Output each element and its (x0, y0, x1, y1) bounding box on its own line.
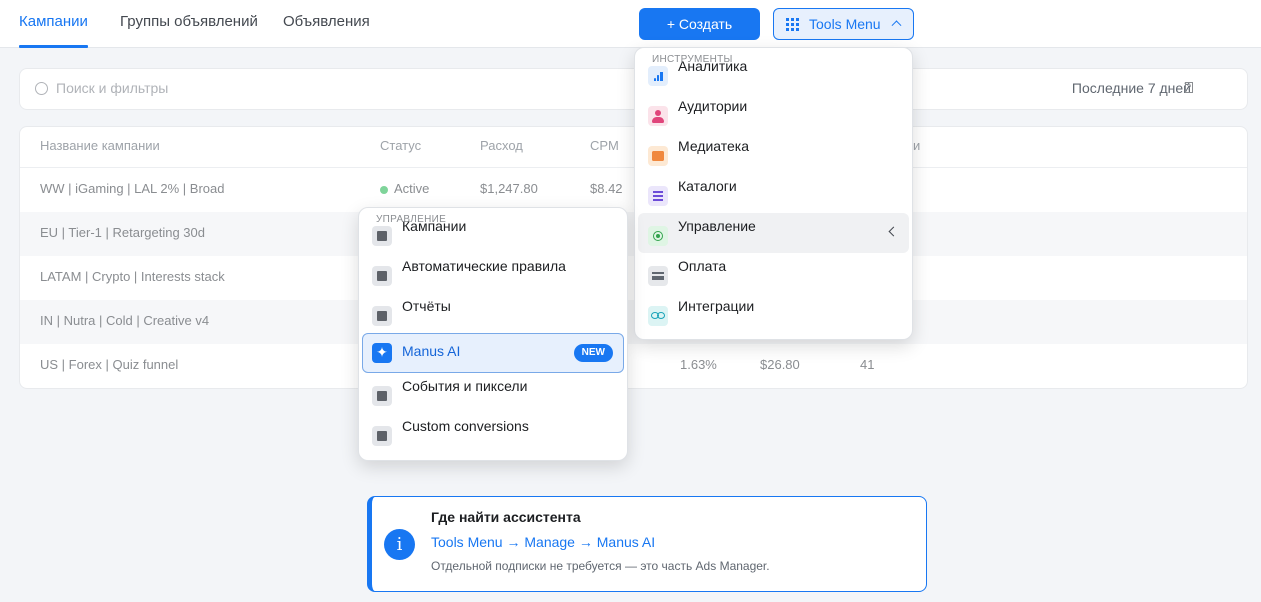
campaign-name[interactable]: LATAM | Crypto | Interests stack (40, 269, 225, 284)
column-header-status[interactable]: Статус (380, 138, 421, 153)
tools-item-audiences[interactable]: Аудитории (638, 93, 909, 133)
tab-ad-sets[interactable]: Группы объявлений (120, 0, 258, 48)
tab-campaigns[interactable]: Кампании (19, 0, 88, 48)
campaign-name[interactable]: EU | Tier-1 | Retargeting 30d (40, 225, 205, 240)
menu-item-label: Каталоги (678, 178, 737, 194)
sparkle-icon (372, 343, 392, 363)
menu-item-label: Интеграции (678, 298, 755, 314)
manage-item-manus-ai[interactable]: Manus AI NEW (362, 333, 624, 373)
manage-item-custom-conversions[interactable]: Custom conversions (362, 413, 624, 453)
column-header-name[interactable]: Название кампании (40, 138, 160, 153)
help-icon[interactable]: ? (1185, 82, 1193, 93)
column-header-spend[interactable]: Расход (480, 138, 523, 153)
manage-item-reports[interactable]: Отчёты (362, 293, 624, 333)
table-row[interactable]: US | Forex | Quiz funnel 1.63% $26.80 41 (20, 344, 1247, 388)
spend-cell: $1,247.80 (480, 181, 538, 196)
chevron-left-icon (888, 226, 899, 237)
tools-item-billing[interactable]: Оплата (638, 253, 909, 293)
manage-item-campaigns[interactable]: Кампании (362, 213, 624, 253)
tools-item-manage[interactable]: Управление (638, 213, 909, 253)
square-icon (372, 426, 392, 446)
grid-icon (786, 17, 799, 31)
menu-item-label: Custom conversions (402, 418, 529, 434)
menu-item-label: Кампании (402, 218, 467, 234)
tools-menu-label: Tools Menu (809, 16, 881, 32)
integrations-icon (648, 306, 668, 326)
chevron-up-icon (891, 20, 902, 31)
menu-item-label: Медиатека (678, 138, 750, 154)
media-library-icon (648, 146, 668, 166)
square-icon (372, 306, 392, 326)
menu-item-label: Аналитика (678, 58, 748, 74)
cpm-cell: $8.42 (590, 181, 623, 196)
status-dot-icon (380, 186, 388, 194)
manage-icon (648, 226, 668, 246)
menu-item-label: События и пиксели (402, 378, 528, 394)
square-icon (372, 226, 392, 246)
menu-item-label: Оплата (678, 258, 727, 274)
results-cell: 41 (860, 357, 875, 372)
info-icon: i (384, 529, 415, 560)
audience-icon (648, 106, 668, 126)
date-range-picker[interactable]: Последние 7 дней (1072, 80, 1191, 96)
assistant-info-card: i Где найти ассистента Tools Menu → Mana… (367, 496, 927, 592)
square-icon (372, 266, 392, 286)
top-nav: Кампании Группы объявлений Объявления + … (0, 0, 1261, 48)
tools-menu-dropdown: ИНСТРУМЕНТЫ Аналитика Аудитории Медиатек… (634, 47, 913, 340)
create-button[interactable]: + Создать (639, 8, 760, 40)
search-icon (35, 82, 48, 95)
tab-ads[interactable]: Объявления (283, 0, 370, 48)
menu-item-label: Manus AI (402, 343, 461, 359)
column-header-partial[interactable]: и (913, 138, 920, 153)
tools-item-media-library[interactable]: Медиатека (638, 133, 909, 173)
status-badge: Active (380, 181, 429, 196)
payment-icon (648, 266, 668, 286)
search-input[interactable]: Поиск и фильтры (56, 80, 168, 96)
tools-menu-button[interactable]: Tools Menu (773, 8, 914, 40)
square-icon (372, 386, 392, 406)
campaign-name[interactable]: US | Forex | Quiz funnel (40, 357, 178, 372)
campaign-name[interactable]: WW | iGaming | LAL 2% | Broad (40, 181, 225, 196)
menu-item-label: Автоматические правила (402, 258, 566, 274)
tools-item-analytics[interactable]: Аналитика (638, 53, 909, 93)
manage-submenu: УПРАВЛЕНИЕ Кампании Автоматические прави… (358, 207, 628, 461)
manage-item-events-pixels[interactable]: События и пиксели (362, 373, 624, 413)
catalog-icon (648, 186, 668, 206)
info-card-note: Отдельной подписки не требуется — это ча… (431, 559, 770, 573)
campaign-name[interactable]: IN | Nutra | Cold | Creative v4 (40, 313, 209, 328)
tools-item-integrations[interactable]: Интеграции (638, 293, 909, 333)
column-header-cpm[interactable]: CPM (590, 138, 619, 153)
info-card-title: Где найти ассистента (431, 509, 581, 525)
analytics-icon (648, 66, 668, 86)
menu-item-label: Управление (678, 218, 756, 234)
info-card-path-link[interactable]: Tools Menu → Manage → Manus AI (431, 534, 655, 550)
ctr-cell: 1.63% (680, 357, 717, 372)
cost-cell: $26.80 (760, 357, 800, 372)
manage-item-automated-rules[interactable]: Автоматические правила (362, 253, 624, 293)
menu-item-label: Отчёты (402, 298, 451, 314)
tools-item-catalogs[interactable]: Каталоги (638, 173, 909, 213)
new-badge: NEW (573, 344, 613, 362)
menu-item-label: Аудитории (678, 98, 748, 114)
